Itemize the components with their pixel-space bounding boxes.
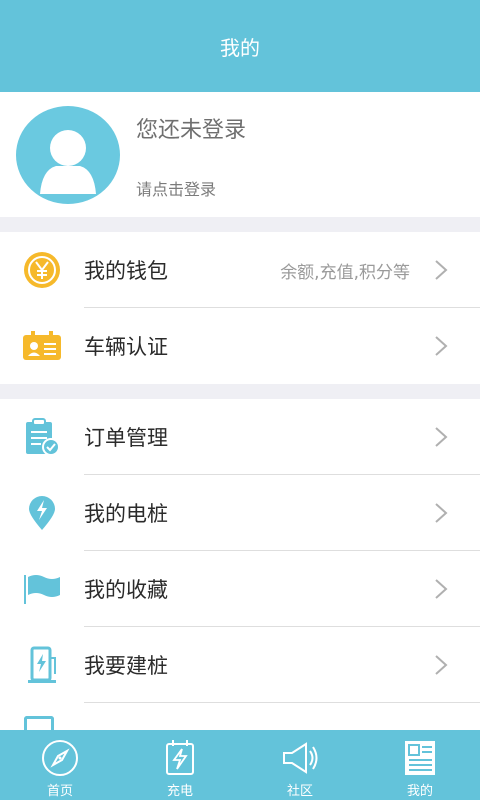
section-divider xyxy=(0,217,480,232)
tab-label: 我的 xyxy=(406,784,433,799)
chevron-right-icon xyxy=(435,579,448,599)
tab-mine[interactable]: 我的 xyxy=(360,730,480,800)
menu-item-orders[interactable]: 订单管理 xyxy=(0,399,480,475)
section-divider xyxy=(0,384,480,399)
menu-item-label: 我的电桩 xyxy=(84,502,168,526)
tab-community[interactable]: 社区 xyxy=(240,730,360,800)
order-clipboard-icon xyxy=(22,417,62,457)
login-prompt-link[interactable]: 请点击登录 xyxy=(136,176,216,200)
coin-icon xyxy=(22,250,62,290)
avatar[interactable] xyxy=(16,106,120,204)
menu-item-label: 订单管理 xyxy=(84,426,168,450)
page-title: 我的 xyxy=(220,35,260,60)
user-silhouette-icon xyxy=(40,130,96,194)
menu-item-label: 车辆认证 xyxy=(84,335,168,359)
vehicle-id-card-icon xyxy=(22,326,62,366)
menu-item-build-charger[interactable]: 我要建桩 xyxy=(0,627,480,703)
charger-pin-icon xyxy=(22,493,62,533)
profile-card-icon xyxy=(405,741,435,775)
build-charger-icon xyxy=(22,645,62,685)
tab-label: 社区 xyxy=(286,784,313,799)
chevron-right-icon xyxy=(435,260,448,280)
app-header: 我的 xyxy=(0,0,480,92)
row-divider xyxy=(84,702,480,703)
menu-item-my-chargers[interactable]: 我的电桩 xyxy=(0,475,480,551)
menu-item-label: 我的收藏 xyxy=(84,578,168,602)
menu-item-label: 我要建桩 xyxy=(84,654,168,678)
menu-item-label: 我的钱包 xyxy=(84,259,168,283)
chevron-right-icon xyxy=(435,655,448,675)
chevron-right-icon xyxy=(435,427,448,447)
login-status-title: 您还未登录 xyxy=(136,118,247,143)
compass-icon xyxy=(42,740,78,776)
tab-label: 充电 xyxy=(166,784,193,799)
login-profile-card[interactable]: 您还未登录 请点击登录 xyxy=(0,92,480,217)
menu-item-favorites[interactable]: 我的收藏 xyxy=(0,551,480,627)
tab-home[interactable]: 首页 xyxy=(0,730,120,800)
menu-item-hint: 余额,充值,积分等 xyxy=(280,262,410,283)
tab-charge[interactable]: 充电 xyxy=(120,730,240,800)
chevron-right-icon xyxy=(435,503,448,523)
menu-item-vehicle-auth[interactable]: 车辆认证 xyxy=(0,308,480,384)
menu-item-wallet[interactable]: 我的钱包 余额,充值,积分等 xyxy=(0,232,480,308)
bottom-tab-bar: 首页 充电 社区 我的 xyxy=(0,730,480,800)
list-item-icon-partial xyxy=(24,716,54,730)
charge-icon xyxy=(166,740,194,775)
flag-icon xyxy=(22,569,62,609)
tab-label: 首页 xyxy=(46,784,73,799)
megaphone-icon xyxy=(283,742,318,774)
chevron-right-icon xyxy=(435,336,448,356)
